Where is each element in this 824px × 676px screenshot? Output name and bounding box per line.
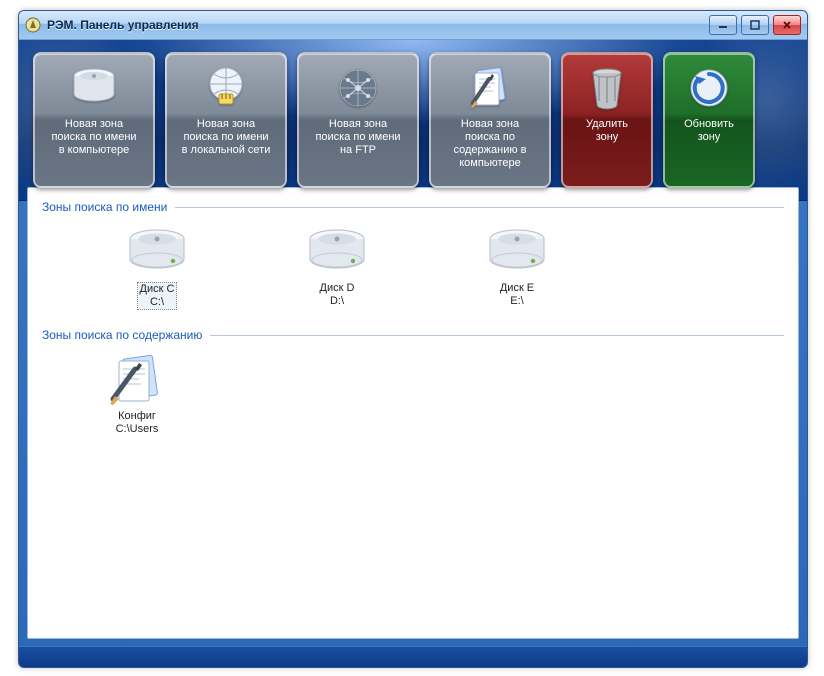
titlebar[interactable]: РЭМ. Панель управления bbox=[19, 11, 807, 40]
harddrive-icon bbox=[121, 224, 193, 280]
new-zone-content-button[interactable]: Новая зона поиска по содержанию в компью… bbox=[429, 52, 551, 188]
content-area: Зоны поиска по имени bbox=[27, 187, 799, 639]
section-header-by-name: Зоны поиска по имени bbox=[42, 200, 784, 214]
delete-zone-button[interactable]: Удалить зону bbox=[561, 52, 653, 188]
close-button[interactable] bbox=[773, 15, 801, 35]
maximize-button[interactable] bbox=[741, 15, 769, 35]
minimize-button[interactable] bbox=[709, 15, 737, 35]
documents-pen-icon bbox=[101, 352, 173, 408]
zone-list-by-content: Конфиг C:\Users bbox=[42, 352, 784, 436]
harddrive-icon bbox=[301, 224, 373, 280]
zone-label: Конфиг C:\Users bbox=[116, 410, 159, 436]
zone-item-disk-d[interactable]: Диск D D:\ bbox=[282, 224, 392, 310]
zone-list-by-name: Диск C C:\ Диск D D:\ bbox=[42, 224, 784, 310]
harddrive-icon bbox=[481, 224, 553, 280]
divider bbox=[175, 207, 784, 208]
new-zone-computer-button[interactable]: Новая зона поиска по имени в компьютере bbox=[33, 52, 155, 188]
window-controls bbox=[709, 15, 801, 35]
documents-pen-icon bbox=[435, 62, 545, 114]
refresh-zone-button[interactable]: Обновить зону bbox=[663, 52, 755, 188]
section-title: Зоны поиска по имени bbox=[42, 200, 167, 214]
zone-label: Диск D D:\ bbox=[320, 282, 355, 308]
refresh-icon bbox=[669, 62, 749, 114]
zone-item-config[interactable]: Конфиг C:\Users bbox=[82, 352, 192, 436]
app-window: РЭМ. Панель управления bbox=[18, 10, 808, 668]
toolbar: Новая зона поиска по имени в компьютере … bbox=[19, 40, 807, 201]
zone-item-disk-c[interactable]: Диск C C:\ bbox=[102, 224, 212, 310]
section-by-content: Зоны поиска по содержанию bbox=[42, 328, 784, 436]
section-header-by-content: Зоны поиска по содержанию bbox=[42, 328, 784, 342]
zone-label: Диск E E:\ bbox=[500, 282, 534, 308]
network-globe-icon bbox=[171, 62, 281, 114]
new-zone-ftp-button[interactable]: Новая зона поиска по имени на FTP bbox=[297, 52, 419, 188]
divider bbox=[210, 335, 784, 336]
section-title: Зоны поиска по содержанию bbox=[42, 328, 202, 342]
new-zone-lan-button[interactable]: Новая зона поиска по имени в локальной с… bbox=[165, 52, 287, 188]
trash-icon bbox=[567, 62, 647, 114]
section-by-name: Зоны поиска по имени bbox=[42, 200, 784, 310]
app-icon bbox=[25, 17, 41, 33]
harddrive-icon bbox=[39, 62, 149, 114]
status-bar bbox=[19, 646, 807, 667]
zone-label: Диск C C:\ bbox=[137, 282, 178, 310]
window-title: РЭМ. Панель управления bbox=[47, 18, 709, 32]
ftp-globe-icon bbox=[303, 62, 413, 114]
zone-item-disk-e[interactable]: Диск E E:\ bbox=[462, 224, 572, 310]
